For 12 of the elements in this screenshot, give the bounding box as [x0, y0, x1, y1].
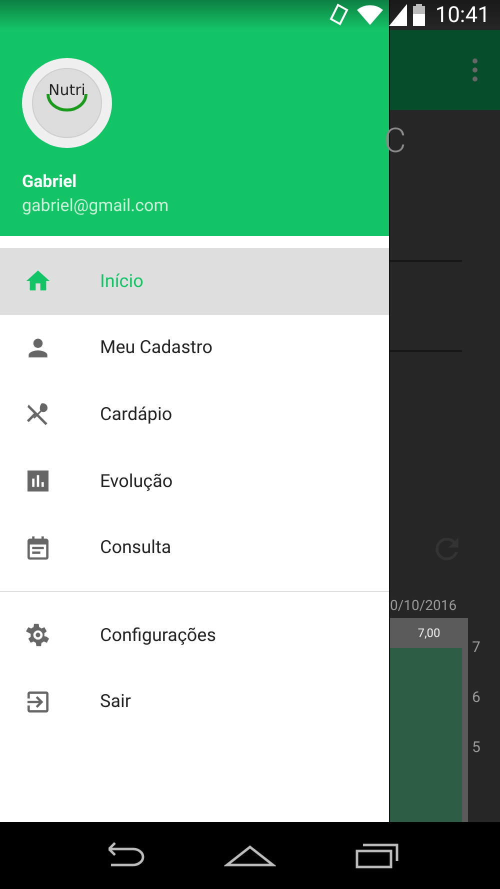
- bar-value-label: 7,00: [416, 625, 442, 642]
- axis-tick: 6: [471, 688, 482, 707]
- logo-text: Nutri: [48, 83, 86, 98]
- wifi-icon: [357, 5, 384, 25]
- smile-icon: [46, 94, 88, 112]
- battery-icon: [413, 4, 426, 26]
- clock: 10:41: [435, 2, 490, 28]
- axis-tick: 7: [471, 638, 482, 657]
- user-email: gabriel@gmail.com: [22, 196, 170, 216]
- date-label: 0/10/2016: [390, 598, 458, 614]
- axis-tick: 5: [471, 738, 482, 757]
- user-name: Gabriel: [22, 172, 78, 192]
